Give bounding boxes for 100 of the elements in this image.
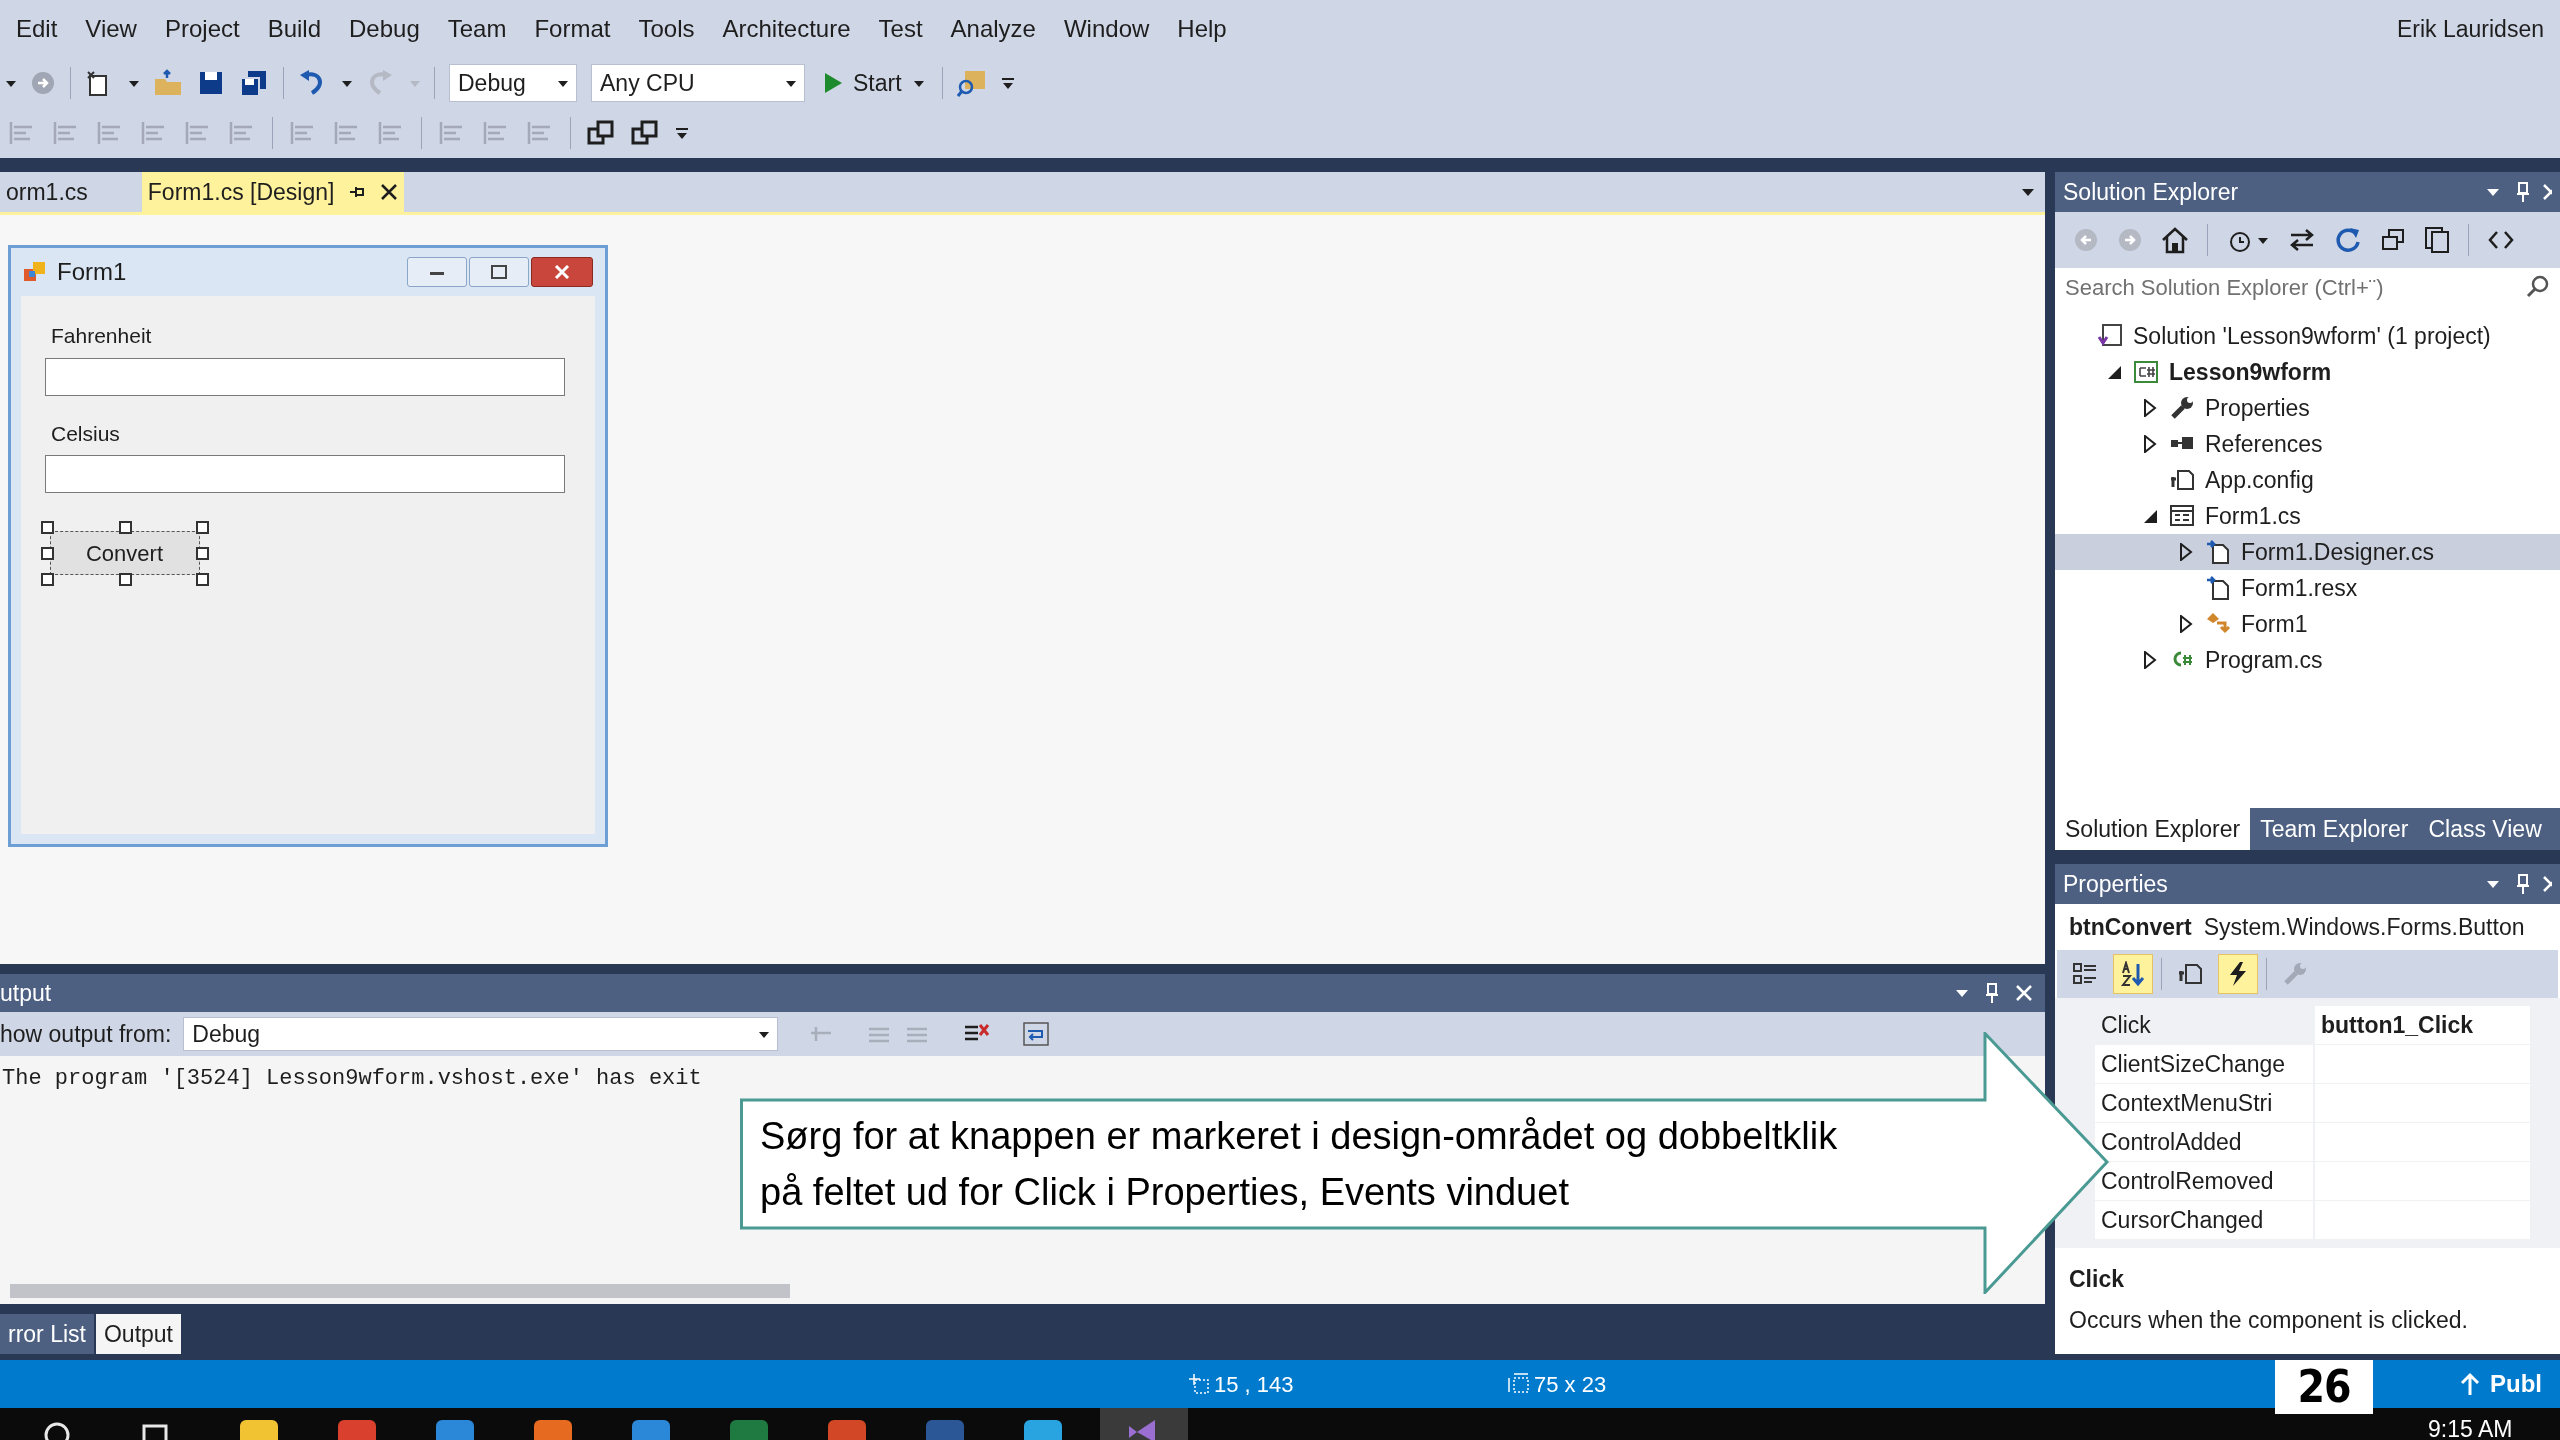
tree-item[interactable]: Properties <box>2055 390 2560 426</box>
collapsed-arrow-icon[interactable] <box>2177 615 2195 633</box>
csharp-project-icon <box>2133 359 2159 385</box>
property-name[interactable]: ControlAdded <box>2095 1123 2313 1161</box>
save-all-icon[interactable] <box>239 69 269 97</box>
pin-icon[interactable] <box>2516 873 2530 895</box>
start-button[interactable]: Start <box>819 65 928 101</box>
property-name[interactable]: ControlRemoved <box>2095 1162 2313 1200</box>
home-icon[interactable] <box>2161 226 2189 254</box>
save-icon[interactable] <box>197 69 225 97</box>
resize-handle[interactable] <box>41 573 54 586</box>
pin-icon[interactable] <box>2516 181 2530 203</box>
tree-item[interactable]: Solution 'Lesson9wform' (1 project) <box>2055 318 2560 354</box>
minimize-button[interactable] <box>407 257 467 287</box>
properties-icon <box>2177 961 2203 987</box>
open-folder-icon[interactable] <box>153 69 183 97</box>
document-tab[interactable]: Form1.cs [Design] <box>141 172 405 212</box>
menu-item[interactable]: Analyze <box>936 5 1050 53</box>
resize-handle[interactable] <box>196 573 209 586</box>
tree-item[interactable]: Program.cs <box>2055 642 2560 678</box>
text-field[interactable] <box>45 357 565 396</box>
menu-item[interactable]: Team <box>433 5 521 53</box>
tree-item[interactable]: Form1 <box>2055 606 2560 642</box>
panel-tab[interactable]: Output <box>95 1314 181 1354</box>
resize-handle[interactable] <box>41 547 54 560</box>
menu-item[interactable]: Architecture <box>708 5 865 53</box>
panel-tab[interactable]: rror List <box>0 1314 94 1354</box>
overflow-icon[interactable] <box>675 125 689 141</box>
word-wrap-icon[interactable] <box>1022 1021 1051 1047</box>
menu-item[interactable]: View <box>71 5 151 53</box>
menu-item[interactable]: Debug <box>335 5 434 53</box>
clock: 9:15 AM <box>2428 1415 2513 1440</box>
property-name[interactable]: CursorChanged <box>2095 1201 2313 1239</box>
tree-item[interactable]: App.config <box>2055 462 2560 498</box>
field-label: Celsius <box>51 420 121 447</box>
convert-button[interactable]: Convert <box>49 531 200 575</box>
collapsed-arrow-icon[interactable] <box>2141 651 2159 669</box>
overflow-icon[interactable] <box>1000 75 1015 91</box>
tree-item[interactable]: Form1.cs <box>2055 498 2560 534</box>
size-icon <box>1508 1372 1532 1396</box>
panel-title: Properties <box>2063 869 2168 899</box>
resize-handle[interactable] <box>41 521 54 534</box>
toolbar-toggle-button[interactable] <box>2113 954 2153 994</box>
menu-item[interactable]: Project <box>150 5 254 53</box>
configuration-dropdown[interactable]: Debug <box>449 64 577 102</box>
tree-item[interactable]: Lesson9wform <box>2055 354 2560 390</box>
menu-item[interactable]: Window <box>1049 5 1164 53</box>
output-source-dropdown[interactable]: Debug <box>183 1017 779 1051</box>
close-icon[interactable] <box>380 183 399 201</box>
close-button[interactable] <box>531 257 593 287</box>
panel-tab[interactable]: Team Explorer <box>2250 808 2419 850</box>
description-title: Click <box>2069 1265 2125 1294</box>
resize-handle[interactable] <box>118 521 132 534</box>
object-name: btnConvert <box>2069 912 2192 942</box>
menu-item[interactable]: Format <box>520 5 625 53</box>
panel-tab[interactable]: Solution Explorer <box>2055 808 2251 850</box>
send-to-back-icon[interactable] <box>631 119 659 147</box>
user-name[interactable]: Erik Lauridsen <box>2396 11 2544 47</box>
taskbar-active-app[interactable] <box>1100 1408 1188 1440</box>
resize-handle[interactable] <box>118 573 132 586</box>
scrollbar-thumb[interactable] <box>10 1284 790 1298</box>
tree-item-label: References <box>2205 429 2323 459</box>
tree-item-label: Form1.Designer.cs <box>2241 537 2434 567</box>
property-value[interactable]: button1_Click <box>2315 1006 2530 1044</box>
callout-text: Sørg for at knappen er markeret i design-området og dobbeltklik på feltet ud for Click i Properties, Events vinduet <box>760 1114 1839 1215</box>
menu-item[interactable]: Help <box>1163 5 1241 53</box>
output-line: The program '[3524] Lesson9wform.vshost.exe' has exit <box>2 1065 703 1093</box>
output-source-label: how output from: <box>0 1019 172 1049</box>
publish-label[interactable]: Publ <box>2490 1366 2542 1402</box>
refresh-icon[interactable] <box>2334 226 2362 254</box>
tree-item[interactable]: Form1.resx <box>2055 570 2560 606</box>
menu-item[interactable]: Edit <box>2 5 72 53</box>
position-icon <box>1188 1373 1210 1395</box>
copy-files-icon[interactable] <box>2424 226 2450 254</box>
tree-item[interactable]: Form1.Designer.cs <box>2055 534 2560 570</box>
menu-item[interactable]: Tools <box>624 5 709 53</box>
sync-icon[interactable] <box>2288 226 2316 254</box>
bring-to-front-icon[interactable] <box>587 119 615 147</box>
resize-handle[interactable] <box>196 521 209 534</box>
text-field[interactable] <box>45 455 565 493</box>
find-in-files-icon[interactable] <box>956 69 987 97</box>
menu-item[interactable]: Build <box>253 5 336 53</box>
collapsed-arrow-icon[interactable] <box>2141 435 2159 453</box>
maximize-button[interactable] <box>469 257 529 287</box>
pin-icon[interactable] <box>1985 982 1999 1004</box>
property-name[interactable]: ContextMenuStri <box>2095 1084 2313 1122</box>
close-icon <box>554 265 570 279</box>
tree-item[interactable]: References <box>2055 426 2560 462</box>
resize-handle[interactable] <box>196 547 209 560</box>
toolbar-toggle-button[interactable] <box>2218 954 2258 994</box>
field-label: Fahrenheit <box>51 323 153 349</box>
platform-dropdown[interactable]: Any CPU <box>591 64 805 102</box>
collapse-icon[interactable] <box>2380 227 2406 253</box>
tree-item-label: App.config <box>2205 465 2314 495</box>
collapsed-arrow-icon[interactable] <box>2177 543 2195 561</box>
collapsed-arrow-icon[interactable] <box>2141 399 2159 417</box>
menu-item[interactable]: Test <box>864 5 937 53</box>
property-name[interactable]: ClientSizeChange <box>2095 1045 2313 1083</box>
panel-tab[interactable]: Class View <box>2418 808 2552 850</box>
tree-item-label: Solution 'Lesson9wform' (1 project) <box>2133 321 2491 351</box>
